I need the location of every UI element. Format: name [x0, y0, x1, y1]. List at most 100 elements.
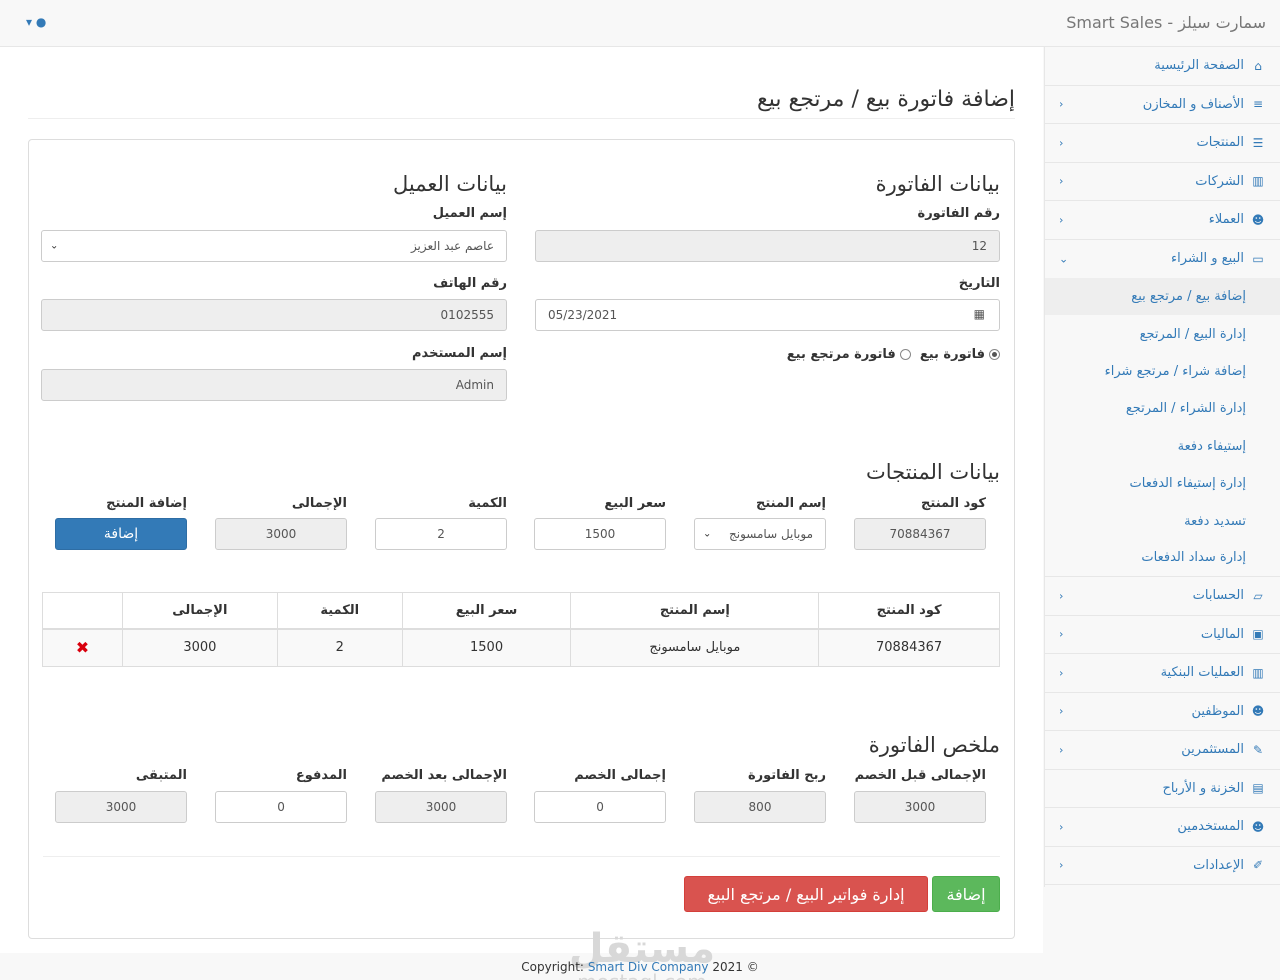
submit-add-button[interactable]: إضافة: [932, 876, 1000, 912]
date-value: 05/23/2021: [548, 308, 618, 322]
table-header-total: الإجمالى: [121, 592, 278, 630]
username-field[interactable]: Admin: [41, 369, 507, 401]
discount-field[interactable]: 0: [534, 791, 666, 823]
sidebar-subitem-add-purchase[interactable]: إضافة شراء / مرتجع شراء: [1045, 353, 1280, 390]
cell-price: 1500: [401, 628, 572, 667]
calendar-icon[interactable]: ▦: [974, 307, 985, 321]
quantity-label: الكمية: [468, 496, 507, 511]
sidebar-subitem-add-sale[interactable]: إضافة بيع / مرتجع بيع: [1045, 278, 1280, 316]
top-navbar: سمارت سيلز - Smart Sales ● ▾: [0, 0, 1280, 47]
money-icon: ▣: [1252, 627, 1264, 642]
invoice-profit-label: ربح الفاتورة: [747, 768, 826, 783]
add-product-button[interactable]: إضافة: [55, 518, 187, 550]
date-field[interactable]: 05/23/2021 ▦: [535, 299, 1000, 331]
sidebar-item-finance[interactable]: ▣ الماليات ‹: [1045, 616, 1280, 655]
chevron-left-icon: ‹: [1059, 97, 1064, 111]
chevron-down-icon: ⌄: [50, 240, 59, 252]
users-icon: ☻: [1251, 704, 1265, 719]
sidebar-item-sales-purchases[interactable]: ▭ البيع و الشراء ⌄: [1045, 240, 1280, 279]
actions-divider: [43, 856, 1000, 857]
pin-icon: ✎: [1252, 742, 1264, 757]
delete-icon[interactable]: ✖: [76, 638, 89, 657]
after-discount-field[interactable]: 3000: [375, 791, 507, 823]
summary-heading: ملخص الفاتورة: [868, 733, 1000, 757]
quantity-field[interactable]: 2: [375, 518, 507, 550]
products-table: كود المنتج إسم المنتج سعر البيع الكمية ا…: [42, 592, 1000, 667]
sidebar-item-categories[interactable]: ≡ الأصناف و المخازن ‹: [1045, 86, 1280, 124]
radio-sale[interactable]: [989, 349, 1000, 360]
chevron-left-icon: ‹: [1059, 858, 1064, 872]
sidebar-item-settings[interactable]: ✐ الإعدادات ‹: [1045, 847, 1280, 886]
sale-price-label: سعر البيع: [604, 496, 666, 511]
chevron-left-icon: ‹: [1059, 666, 1064, 680]
footer: Copyright: Smart Div Company 2021 ©: [521, 960, 759, 974]
phone-label: رقم الهاتف: [433, 276, 507, 291]
invoice-number-label: رقم الفاتورة: [917, 206, 1000, 221]
chevron-down-icon: ▾: [26, 15, 33, 29]
paid-label: المدفوع: [295, 768, 347, 783]
user-menu[interactable]: ● ▾: [26, 15, 46, 29]
invoice-number-field[interactable]: 12: [535, 230, 1000, 262]
sidebar-subitem-pay-installment[interactable]: تسديد دفعة: [1045, 502, 1280, 539]
username-label: إسم المستخدم: [412, 346, 507, 361]
users-icon: ☻: [1251, 819, 1265, 834]
chevron-down-icon: ⌄: [703, 528, 712, 540]
sidebar-item-treasury[interactable]: ▤ الخزنة و الأرباح: [1045, 770, 1280, 809]
cell-name: موبايل سامسونج: [570, 628, 820, 667]
cell-code: 70884367: [818, 628, 1000, 667]
before-discount-label: الإجمالى قبل الخصم: [854, 768, 986, 783]
wrench-icon: ✐: [1252, 858, 1264, 873]
phone-field[interactable]: 0102555: [41, 299, 507, 331]
card-icon: ▭: [1252, 251, 1264, 266]
sidebar-subitem-manage-sales[interactable]: إدارة البيع / المرتجع: [1045, 315, 1280, 352]
sidebar-item-accounts[interactable]: ▱ الحسابات ‹: [1045, 577, 1280, 616]
line-total-field[interactable]: 3000: [215, 518, 347, 550]
sidebar-item-customers[interactable]: ☻ العملاء ‹: [1045, 201, 1280, 240]
customer-heading: بيانات العميل: [392, 172, 507, 196]
discount-label: إجمالى الخصم: [574, 768, 666, 783]
paid-field[interactable]: 0: [215, 791, 347, 823]
table-header-code: كود المنتج: [818, 592, 1000, 630]
manage-invoices-button[interactable]: إدارة فواتير البيع / مرتجع البيع: [684, 876, 928, 912]
sidebar-item-banking[interactable]: ▥ العمليات البنكية ‹: [1045, 654, 1280, 693]
sale-price-field[interactable]: 1500: [534, 518, 666, 550]
folder-icon: ▱: [1253, 588, 1263, 603]
customer-name-label: إسم العميل: [432, 206, 507, 221]
sidebar-item-products[interactable]: ☰ المنتجات ‹: [1045, 124, 1280, 163]
bank-icon: ▥: [1252, 174, 1264, 189]
invoice-type-radios: فاتورة بيع فاتورة مرتجع بيع: [787, 347, 1000, 362]
line-total-label: الإجمالى: [291, 496, 347, 511]
products-heading: بيانات المنتجات: [865, 460, 1000, 484]
remaining-field[interactable]: 3000: [55, 791, 187, 823]
radio-return[interactable]: [899, 349, 911, 360]
users-icon: ☻: [1251, 212, 1265, 227]
sidebar-item-investors[interactable]: ✎ المستثمرين ‹: [1045, 731, 1280, 770]
sidebar-item-employees[interactable]: ☻ الموظفين ‹: [1045, 693, 1280, 732]
database-icon: ≡: [1252, 97, 1264, 112]
sidebar-subitem-collect-payment[interactable]: إستيفاء دفعة: [1045, 428, 1280, 465]
sidebar-subitem-manage-purchases[interactable]: إدارة الشراء / المرتجع: [1045, 390, 1280, 427]
user-icon: ●: [35, 15, 47, 29]
customer-select[interactable]: عاصم عبد العزيز ⌄: [41, 230, 507, 262]
invoice-panel: بيانات الفاتورة رقم الفاتورة 12 التاريخ …: [28, 139, 1015, 939]
chevron-left-icon: ‹: [1059, 704, 1064, 718]
before-discount-field[interactable]: 3000: [854, 791, 986, 823]
sidebar-item-home[interactable]: ⌂ الصفحة الرئيسية: [1045, 47, 1280, 86]
company-link[interactable]: Smart Div Company: [588, 960, 709, 974]
sidebar-item-companies[interactable]: ▥ الشركات ‹: [1045, 163, 1280, 201]
product-code-field[interactable]: 70884367: [854, 518, 986, 550]
chevron-left-icon: ‹: [1059, 213, 1064, 227]
brand-title[interactable]: سمارت سيلز - Smart Sales: [1066, 13, 1266, 32]
chevron-down-icon: ⌄: [1059, 252, 1069, 266]
sidebar-subitem-manage-collections[interactable]: إدارة إستيفاء الدفعات: [1045, 465, 1280, 502]
invoice-profit-field[interactable]: 800: [694, 791, 826, 823]
sidebar-subitem-manage-payments[interactable]: إدارة سداد الدفعات: [1045, 540, 1280, 578]
product-name-select[interactable]: موبايل سامسونج ⌄: [694, 518, 826, 550]
title-divider: [28, 118, 1015, 119]
chevron-left-icon: ‹: [1059, 820, 1064, 834]
bank-icon: ▥: [1252, 665, 1264, 680]
main-content: إضافة فاتورة بيع / مرتجع بيع بيانات الفا…: [0, 47, 1043, 980]
home-icon: ⌂: [1254, 58, 1262, 73]
sidebar-item-users[interactable]: ☻ المستخدمين ‹: [1045, 808, 1280, 847]
add-product-label: إضافة المنتج: [106, 496, 187, 511]
